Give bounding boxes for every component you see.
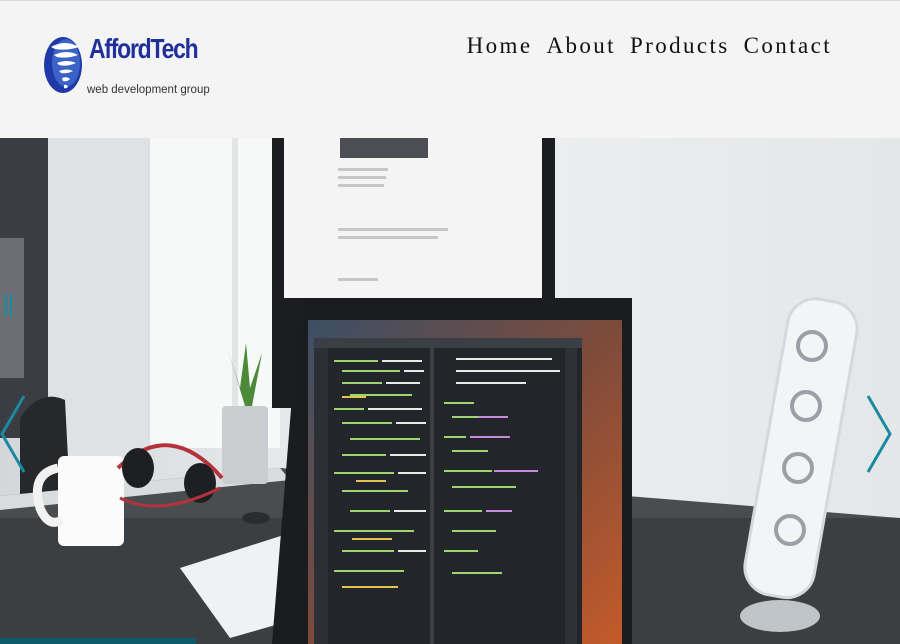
nav-products-link[interactable]: Products — [630, 33, 730, 59]
nav-about-link[interactable]: About — [546, 33, 616, 59]
hero-slider — [0, 138, 900, 644]
main-nav: Home About Products Contact — [453, 33, 832, 59]
brand-name: AffordTech — [89, 33, 199, 64]
logo[interactable]: AffordTech web development group — [43, 31, 210, 101]
chevron-right-icon[interactable] — [862, 392, 896, 476]
nav-contact-link[interactable]: Contact — [744, 33, 832, 59]
site-header: AffordTech web development group Home Ab… — [0, 0, 900, 138]
slide-progress-bar — [0, 638, 196, 644]
tornado-globe-icon — [44, 37, 82, 93]
pause-bars-icon[interactable] — [5, 294, 13, 316]
hero-image — [0, 138, 900, 644]
nav-home-link[interactable]: Home — [467, 33, 533, 59]
brand-tagline: web development group — [87, 84, 210, 96]
chevron-left-icon[interactable] — [0, 392, 30, 476]
